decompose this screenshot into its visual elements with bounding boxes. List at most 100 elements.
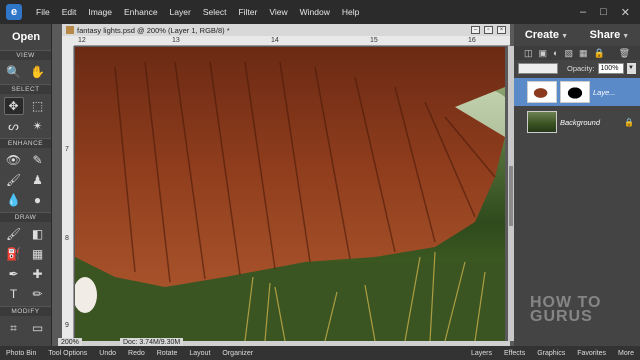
crop-tool-icon[interactable]: ⌗ [4,319,24,337]
sponge-tool-icon[interactable]: ● [28,191,48,209]
maximize-icon[interactable]: □ [600,6,607,19]
blur-tool-icon[interactable]: 💧 [4,191,24,209]
trash-icon[interactable]: 🗑 [619,48,630,59]
paint-bucket-tool-icon[interactable]: ⛽ [4,245,24,263]
ruler-top-label: 13 [172,37,180,44]
redo-button[interactable]: Redo [122,350,151,357]
doc-restore-icon[interactable]: ▫ [484,26,493,34]
menu-file[interactable]: File [30,7,56,17]
doc-close-icon[interactable]: × [497,26,506,34]
ruler-top-label: 12 [78,37,86,44]
healing-brush-tool-icon[interactable]: ✎ [28,151,48,169]
custom-shape-tool-icon[interactable]: ✚ [28,265,48,283]
scrollbar-thumb[interactable] [509,166,513,226]
watermark-logo: HOW TO GURUS [530,294,602,325]
doc-minimize-icon[interactable]: – [471,26,480,34]
lock-transparency-icon[interactable]: ▦ [579,48,588,59]
lasso-tool-icon[interactable]: ᔕ [4,117,24,135]
layer-name: Background [560,117,601,127]
menu-edit[interactable]: Edit [56,7,83,17]
clone-stamp-tool-icon[interactable]: ♟ [28,171,48,189]
menu-enhance[interactable]: Enhance [118,7,164,17]
create-share-row: Create ▼ Share ▼ [514,24,640,46]
share-button[interactable]: Share ▼ [590,29,630,41]
ruler-top-label: 14 [271,37,279,44]
app-window: e File Edit Image Enhance Layer Select F… [0,0,640,360]
brush-tool-icon[interactable]: 🖌 [4,225,24,243]
gradient-tool-icon[interactable]: ▦ [28,245,48,263]
layer-mask-thumbnail[interactable] [560,81,590,103]
hand-tool-icon[interactable]: ✋ [28,63,48,81]
recompose-tool-icon[interactable]: ▭ [28,319,48,337]
ruler-left[interactable]: 7 8 9 [62,46,74,341]
eyedropper-tool-icon[interactable]: ✒ [4,265,24,283]
menu-help[interactable]: Help [336,7,365,17]
adjustment-layer-icon[interactable]: ◐ [553,48,558,58]
organizer-button[interactable]: Organizer [216,350,259,357]
close-icon[interactable]: ✕ [621,6,630,19]
create-button[interactable]: Create ▼ [525,29,568,41]
ruler-top-label: 16 [468,37,476,44]
lock-icon: 🔒 [624,117,634,127]
window-controls: – □ ✕ [580,6,630,19]
favorites-panel-button[interactable]: Favorites [571,350,612,357]
menu-filter[interactable]: Filter [232,7,263,17]
layer-row-background[interactable]: Background 🔒 [514,108,640,136]
section-enhance-label: ENHANCE [0,138,51,148]
blend-mode-select[interactable] [518,62,558,74]
open-button[interactable]: Open [4,28,48,46]
opacity-input[interactable]: 100% [597,62,624,74]
layer-row-layer1[interactable]: Laye... [514,78,640,106]
document-title: fantasy lights.psd @ 200% (Layer 1, RGB/… [77,25,230,35]
menu-window[interactable]: Window [294,7,336,17]
graphics-panel-button[interactable]: Graphics [531,350,571,357]
ruler-left-label: 9 [65,322,69,329]
menu-view[interactable]: View [263,7,293,17]
share-label: Share [589,29,621,41]
menu-select[interactable]: Select [197,7,233,17]
eraser-tool-icon[interactable]: ◧ [28,225,48,243]
type-tool-icon[interactable]: T [4,285,24,303]
move-tool-icon[interactable]: ✥ [3,97,24,115]
section-view-label: VIEW [0,50,51,60]
document-window-controls: – ▫ × [471,26,506,34]
ruler-corner [62,36,74,46]
menu-layer[interactable]: Layer [164,7,197,17]
photo-bin-button[interactable]: Photo Bin [0,350,42,357]
layer-thumbnail [527,81,557,103]
more-panel-button[interactable]: More [612,350,640,357]
document-area: fantasy lights.psd @ 200% (Layer 1, RGB/… [52,24,514,346]
opacity-label: Opacity: [567,63,595,73]
opacity-chevron-down-icon[interactable]: ▼ [626,62,636,74]
smart-brush-tool-icon[interactable]: 🖌 [4,171,24,189]
marquee-tool-icon[interactable]: ⬚ [28,97,48,115]
zoom-tool-icon[interactable]: 🔍 [4,63,24,81]
bottom-taskbar: Photo Bin Tool Options Undo Redo Rotate … [0,346,640,360]
menu-image[interactable]: Image [82,7,118,17]
menu-bar: e File Edit Image Enhance Layer Select F… [0,0,640,24]
section-select-label: SELECT [0,84,51,94]
tool-options-button[interactable]: Tool Options [42,350,93,357]
lock-all-icon[interactable]: 🔒 [594,48,605,59]
ruler-top[interactable]: 12 13 14 15 16 [74,36,510,46]
magic-wand-tool-icon[interactable]: ✴ [28,117,48,135]
layers-panel-button[interactable]: Layers [465,350,498,357]
layers-toolbar: ◫ ▣ ◐ ▧ ▦ 🔒 🗑 [514,46,640,60]
tools-panel: Open VIEW 🔍 ✋ SELECT ✥ ⬚ ᔕ ✴ ENHANCE 👁 ✎… [0,24,52,346]
minimize-icon[interactable]: – [580,6,586,19]
layer-mask-icon[interactable]: ▧ [564,48,573,59]
undo-button[interactable]: Undo [93,350,122,357]
app-logo-icon: e [6,4,22,20]
section-modify-label: MODIFY [0,306,51,316]
layout-button[interactable]: Layout [183,350,216,357]
create-label: Create [524,29,560,41]
red-eye-tool-icon[interactable]: 👁 [4,151,24,169]
new-group-icon[interactable]: ▣ [539,48,548,59]
pencil-tool-icon[interactable]: ✏ [28,285,48,303]
opacity-row: Opacity: 100% ▼ [514,60,640,76]
document-tab[interactable]: fantasy lights.psd @ 200% (Layer 1, RGB/… [62,24,510,36]
effects-panel-button[interactable]: Effects [498,350,531,357]
new-layer-icon[interactable]: ◫ [524,48,533,59]
image-canvas[interactable] [75,47,505,341]
rotate-button[interactable]: Rotate [151,350,184,357]
